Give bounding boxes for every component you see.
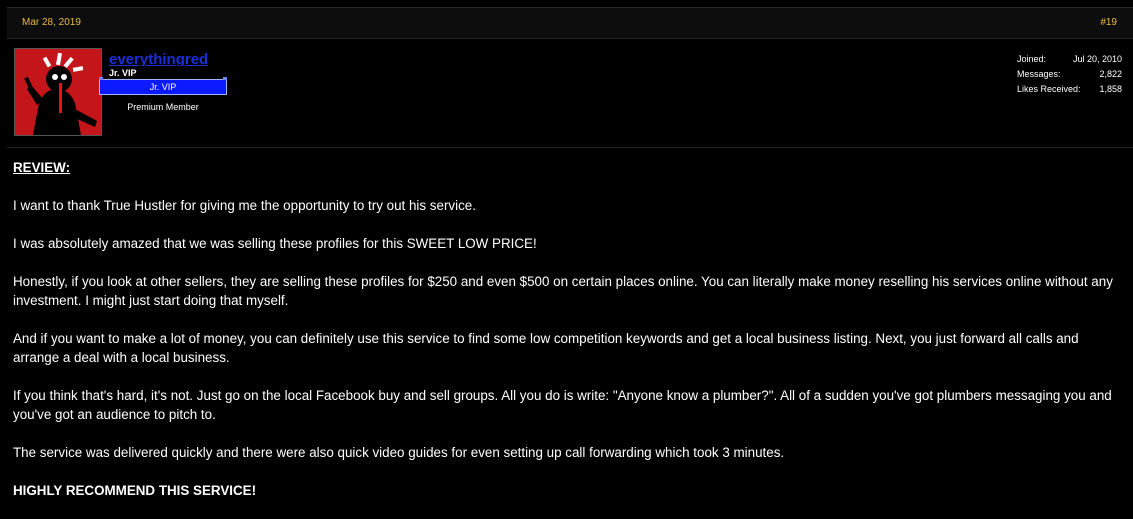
post-permalink-number[interactable]: #19	[1100, 17, 1117, 28]
closing-line: HIGHLY RECOMMEND THIS SERVICE!	[13, 483, 257, 498]
user-title: Jr. VIP	[109, 68, 137, 78]
stat-messages: Messages: 2,822	[1017, 69, 1122, 84]
rank-banner: Jr. VIP	[99, 77, 227, 95]
post-body: REVIEW: I want to thank True Hustler for…	[13, 158, 1128, 519]
post-paragraph: I was absolutely amazed that we was sell…	[13, 236, 537, 251]
post-header: Mar 28, 2019 #19	[7, 7, 1133, 39]
forum-post: Mar 28, 2019 #19 everythingred Jr. VIP J…	[0, 0, 1133, 519]
gas-mask-figure-icon	[15, 49, 101, 135]
stat-likes: Likes Received: 1,858	[1017, 84, 1122, 99]
user-stats: Joined: Jul 20, 2010 Messages: 2,822 Lik…	[1017, 54, 1122, 99]
username-link[interactable]: everythingred	[109, 52, 208, 66]
post-paragraph: If you think that's hard, it's not. Just…	[13, 388, 1112, 422]
post-paragraph: The service was delivered quickly and th…	[13, 445, 785, 460]
review-heading: REVIEW:	[13, 160, 71, 175]
stat-value: Jul 20, 2010	[1072, 54, 1122, 64]
stat-joined: Joined: Jul 20, 2010	[1017, 54, 1122, 69]
stat-value[interactable]: 2,822	[1099, 69, 1122, 84]
user-info: everythingred Jr. VIP Jr. VIP Premium Me…	[7, 40, 1133, 148]
stat-label: Joined:	[1017, 54, 1047, 64]
post-date[interactable]: Mar 28, 2019	[22, 17, 81, 28]
user-avatar[interactable]	[14, 48, 102, 136]
stat-label: Messages:	[1017, 69, 1061, 79]
stat-label: Likes Received:	[1017, 84, 1081, 94]
post-paragraph: Honestly, if you look at other sellers, …	[13, 274, 1113, 308]
post-paragraph: And if you want to make a lot of money, …	[13, 331, 1079, 365]
member-type: Premium Member	[127, 102, 199, 112]
post-paragraph: I want to thank True Hustler for giving …	[13, 198, 476, 213]
stat-value: 1,858	[1099, 84, 1122, 94]
